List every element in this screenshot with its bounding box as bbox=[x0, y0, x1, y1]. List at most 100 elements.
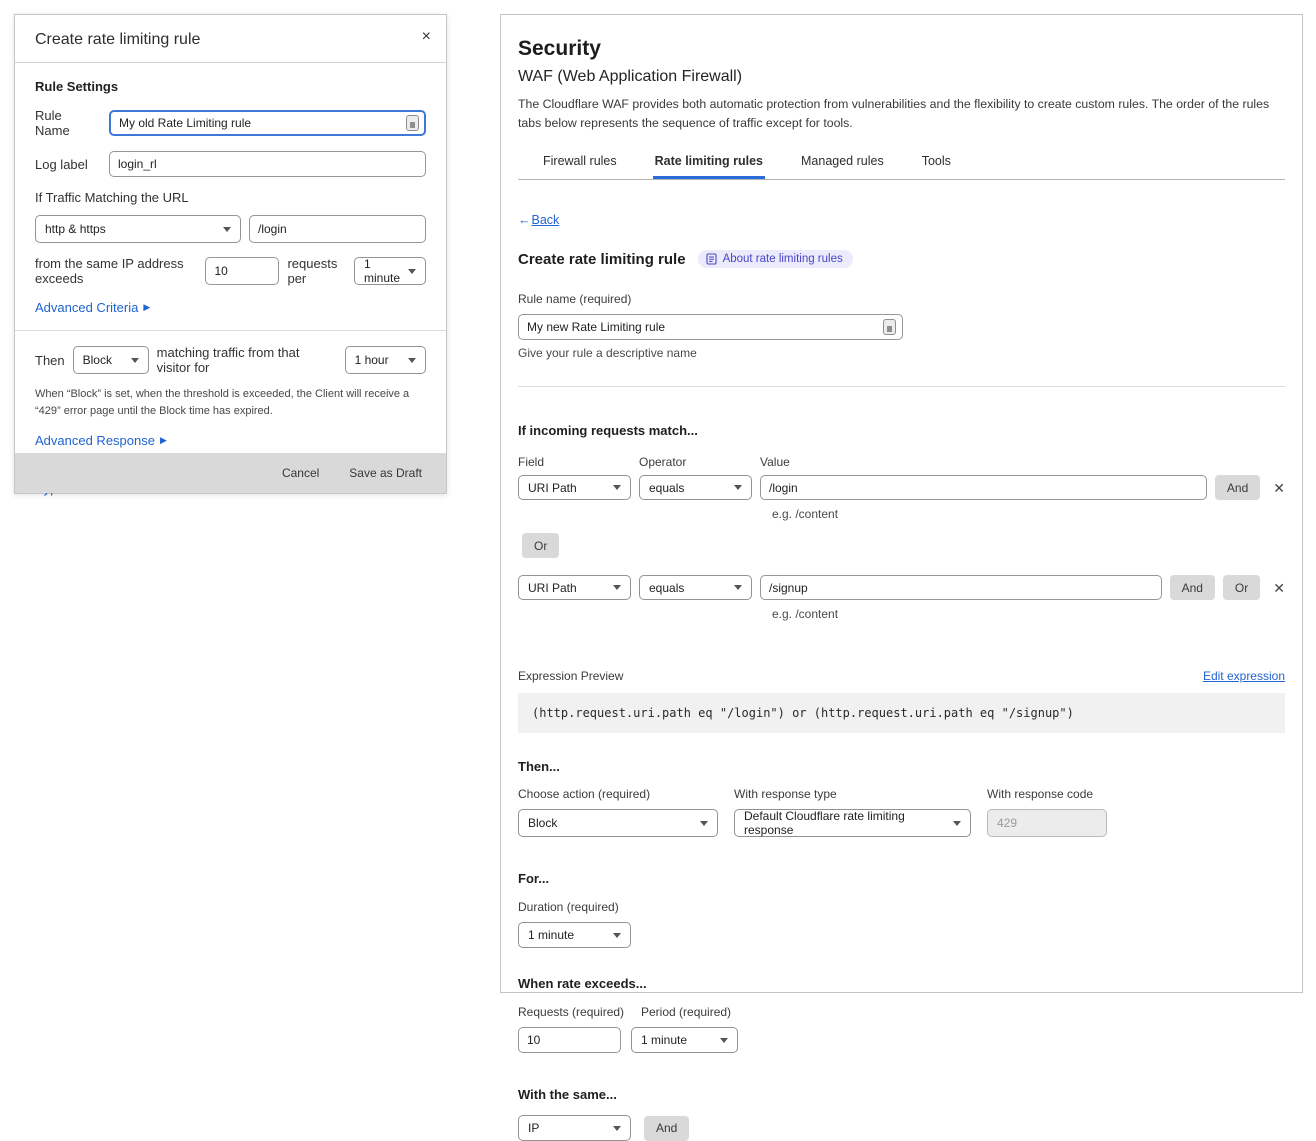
rule-name-label: Rule name (required) bbox=[518, 292, 1285, 306]
remove-row-icon[interactable]: ✕ bbox=[1273, 481, 1285, 495]
chevron-down-icon bbox=[734, 485, 742, 490]
then-label: Then bbox=[35, 353, 65, 368]
for-heading: For... bbox=[518, 871, 1285, 886]
match-row-1: URI Path equals And ✕ bbox=[518, 475, 1285, 500]
match-heading: If incoming requests match... bbox=[518, 423, 1285, 438]
back-link[interactable]: ← Back bbox=[518, 213, 559, 227]
requests-input[interactable] bbox=[518, 1027, 621, 1053]
expression-code: (http.request.uri.path eq "/login") or (… bbox=[518, 693, 1285, 733]
document-icon bbox=[706, 253, 717, 265]
or-button[interactable]: Or bbox=[1223, 575, 1260, 600]
chevron-down-icon bbox=[953, 821, 961, 826]
and-button[interactable]: And bbox=[1215, 475, 1260, 500]
response-code-input bbox=[987, 809, 1107, 837]
chevron-down-icon bbox=[613, 485, 621, 490]
save-as-draft-button[interactable]: Save as Draft bbox=[349, 466, 422, 480]
field-select[interactable]: URI Path bbox=[518, 475, 631, 500]
modal-header: Create rate limiting rule × bbox=[15, 15, 446, 63]
value-input[interactable] bbox=[760, 475, 1207, 500]
close-icon[interactable]: × bbox=[422, 28, 431, 46]
tab-firewall-rules[interactable]: Firewall rules bbox=[541, 148, 619, 179]
cancel-button[interactable]: Cancel bbox=[282, 466, 319, 480]
threshold-prefix: from the same IP address exceeds bbox=[35, 256, 197, 286]
rate-heading: When rate exceeds... bbox=[518, 976, 1285, 991]
requests-label: Requests (required) bbox=[518, 1005, 641, 1019]
tab-managed-rules[interactable]: Managed rules bbox=[799, 148, 886, 179]
chevron-down-icon bbox=[408, 358, 416, 363]
password-manager-icon[interactable] bbox=[883, 319, 896, 335]
then-suffix: matching traffic from that visitor for bbox=[157, 345, 337, 375]
chevron-down-icon bbox=[408, 269, 416, 274]
chevron-down-icon bbox=[734, 585, 742, 590]
same-heading: With the same... bbox=[518, 1087, 1285, 1102]
security-waf-panel: Security WAF (Web Application Firewall) … bbox=[500, 14, 1303, 993]
triangle-right-icon: ▶ bbox=[143, 302, 150, 313]
chevron-down-icon bbox=[131, 358, 139, 363]
chevron-down-icon bbox=[613, 585, 621, 590]
chevron-down-icon bbox=[613, 933, 621, 938]
response-code-label: With response code bbox=[987, 787, 1107, 801]
tab-rate-limiting-rules[interactable]: Rate limiting rules bbox=[653, 148, 765, 179]
period-label: Period (required) bbox=[641, 1005, 731, 1019]
rule-name-input[interactable] bbox=[518, 314, 903, 340]
log-label-label: Log label bbox=[35, 157, 99, 172]
period-select[interactable]: 1 minute bbox=[631, 1027, 738, 1053]
field-select[interactable]: URI Path bbox=[518, 575, 631, 600]
url-input[interactable] bbox=[249, 215, 426, 243]
then-heading: Then... bbox=[518, 759, 1285, 774]
action-select[interactable]: Block bbox=[518, 809, 718, 837]
choose-action-label: Choose action (required) bbox=[518, 787, 718, 801]
characteristic-select[interactable]: IP bbox=[518, 1115, 631, 1141]
match-row-2: URI Path equals And Or ✕ bbox=[518, 575, 1285, 600]
traffic-match-label: If Traffic Matching the URL bbox=[35, 190, 426, 205]
modal-body: Rule Settings Rule Name Log label If Tra… bbox=[15, 63, 446, 330]
tab-tools[interactable]: Tools bbox=[920, 148, 953, 179]
value-hint: e.g. /content bbox=[772, 607, 1285, 621]
value-column-label: Value bbox=[760, 455, 790, 469]
threshold-input[interactable] bbox=[205, 257, 279, 285]
and-button[interactable]: And bbox=[644, 1116, 689, 1141]
period-select[interactable]: 1 minute bbox=[354, 257, 426, 285]
duration-label: Duration (required) bbox=[518, 900, 1285, 914]
operator-column-label: Operator bbox=[639, 455, 752, 469]
back-arrow-icon: ← bbox=[518, 213, 531, 227]
triangle-right-icon: ▶ bbox=[160, 435, 167, 446]
or-button[interactable]: Or bbox=[522, 533, 559, 558]
then-section: Then Block matching traffic from that vi… bbox=[15, 331, 446, 463]
operator-select[interactable]: equals bbox=[639, 575, 752, 600]
duration-select[interactable]: 1 minute bbox=[518, 922, 631, 948]
advanced-criteria-link[interactable]: Advanced Criteria ▶ bbox=[35, 300, 150, 315]
page-title: Security bbox=[518, 37, 1285, 61]
remove-row-icon[interactable]: ✕ bbox=[1273, 581, 1285, 595]
rule-name-input[interactable] bbox=[109, 110, 426, 136]
modal-footer: Cancel Save as Draft bbox=[15, 453, 446, 493]
log-label-input[interactable] bbox=[109, 151, 426, 177]
rule-name-help: Give your rule a descriptive name bbox=[518, 346, 1285, 360]
action-select[interactable]: Block bbox=[73, 346, 149, 374]
advanced-response-link[interactable]: Advanced Response ▶ bbox=[35, 433, 167, 448]
value-input[interactable] bbox=[760, 575, 1162, 600]
field-column-label: Field bbox=[518, 455, 631, 469]
rule-settings-heading: Rule Settings bbox=[35, 79, 426, 94]
value-hint: e.g. /content bbox=[772, 507, 1285, 521]
response-type-label: With response type bbox=[734, 787, 971, 801]
edit-expression-link[interactable]: Edit expression bbox=[1203, 669, 1285, 683]
divider bbox=[518, 386, 1285, 387]
chevron-down-icon bbox=[720, 1038, 728, 1043]
block-note: When “Block” is set, when the threshold … bbox=[35, 386, 420, 420]
response-type-select[interactable]: Default Cloudflare rate limiting respons… bbox=[734, 809, 971, 837]
block-duration-select[interactable]: 1 hour bbox=[345, 346, 426, 374]
operator-select[interactable]: equals bbox=[639, 475, 752, 500]
about-rate-limiting-badge[interactable]: About rate limiting rules bbox=[698, 250, 853, 268]
page-description: The Cloudflare WAF provides both automat… bbox=[518, 95, 1285, 133]
scheme-select[interactable]: http & https bbox=[35, 215, 241, 243]
and-button[interactable]: And bbox=[1170, 575, 1215, 600]
page-subtitle: WAF (Web Application Firewall) bbox=[518, 68, 1285, 86]
modal-title: Create rate limiting rule bbox=[35, 31, 200, 48]
rule-name-label: Rule Name bbox=[35, 108, 99, 138]
chevron-down-icon bbox=[223, 227, 231, 232]
legacy-rate-limit-modal: Create rate limiting rule × Rule Setting… bbox=[14, 14, 447, 494]
chevron-down-icon bbox=[700, 821, 708, 826]
password-manager-icon[interactable] bbox=[406, 115, 419, 131]
create-rule-heading: Create rate limiting rule bbox=[518, 251, 686, 268]
